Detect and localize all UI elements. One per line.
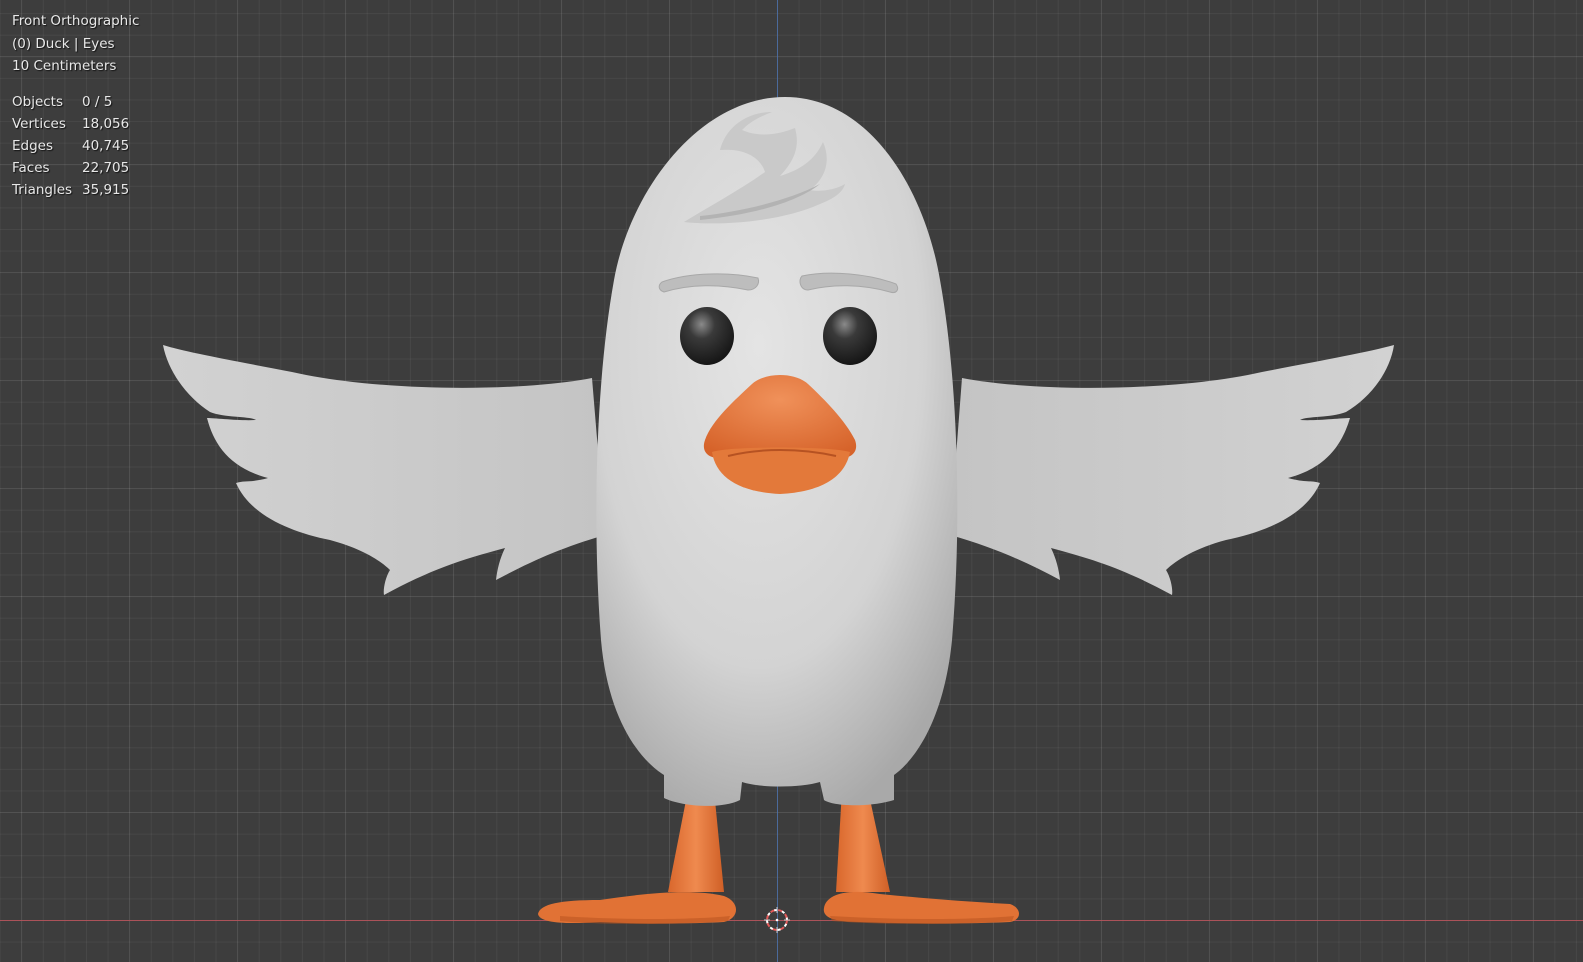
stat-label: Edges <box>12 137 54 154</box>
right-eye <box>823 307 877 365</box>
stat-label: Objects <box>12 93 64 110</box>
stat-row-faces: Faces 22,705 <box>12 157 139 179</box>
stat-value: 18,056 <box>82 115 130 132</box>
3d-viewport[interactable]: Front Orthographic (0) Duck | Eyes 10 Ce… <box>0 0 1583 962</box>
right-wing <box>950 345 1394 595</box>
stat-row-triangles: Triangles 35,915 <box>12 179 139 201</box>
stat-label: Faces <box>12 159 50 176</box>
viewport-text-info: Front Orthographic (0) Duck | Eyes 10 Ce… <box>12 10 139 201</box>
stat-row-edges: Edges 40,745 <box>12 135 139 157</box>
grid-scale: 10 Centimeters <box>12 58 117 74</box>
stat-value: 0 / 5 <box>82 93 113 110</box>
stat-value: 40,745 <box>82 137 130 154</box>
duck-model[interactable] <box>0 0 1583 962</box>
left-eye <box>680 307 734 365</box>
stat-label: Vertices <box>12 115 66 132</box>
collection-info: (0) Duck | Eyes <box>12 35 115 52</box>
stat-row-vertices: Vertices 18,056 <box>12 113 139 135</box>
stat-value: 22,705 <box>82 159 130 176</box>
right-leg <box>836 790 890 892</box>
view-name: Front Orthographic <box>12 13 140 29</box>
stat-label: Triangles <box>12 181 73 198</box>
left-wing <box>163 345 605 595</box>
3d-cursor-icon[interactable] <box>764 907 790 933</box>
stat-row-objects: Objects 0 / 5 <box>12 91 139 113</box>
stat-value: 35,915 <box>82 181 130 198</box>
statistics-panel: Objects 0 / 5 Vertices 18,056 Edges 40,7… <box>12 91 139 201</box>
